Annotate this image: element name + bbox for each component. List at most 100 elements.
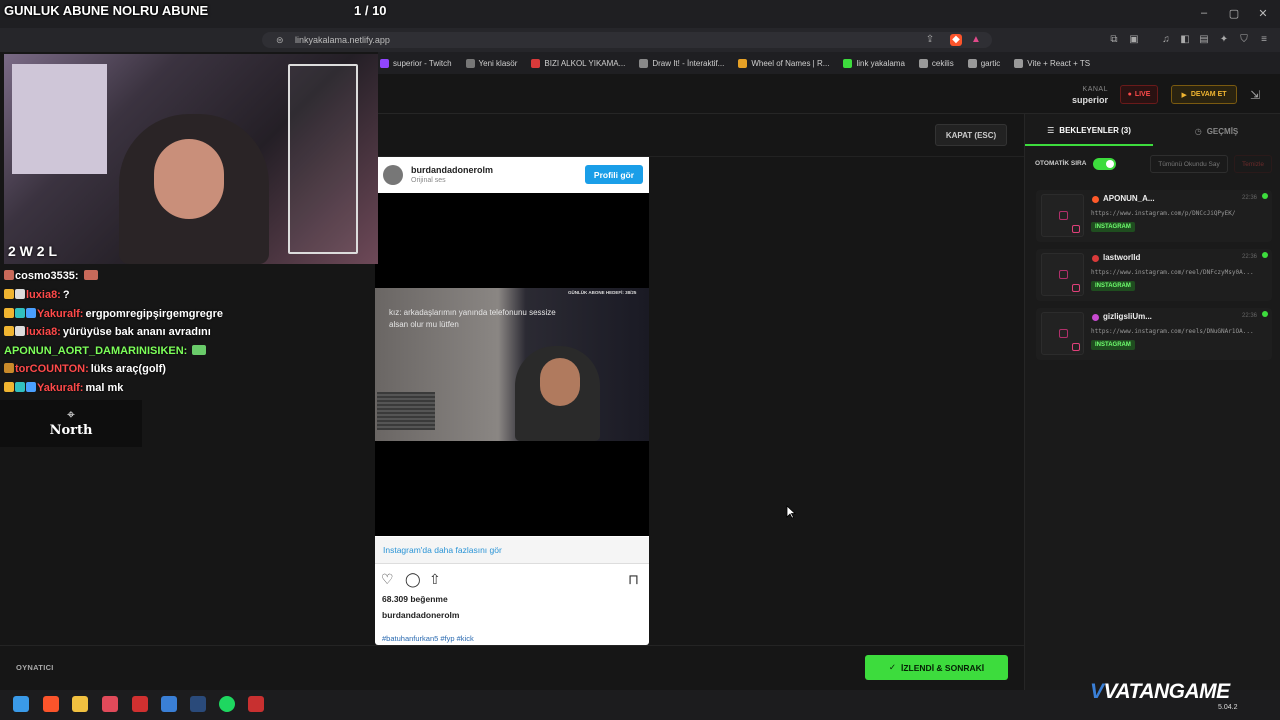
audio-subtitle[interactable]: Orijinal ses	[411, 177, 446, 184]
online-status-icon	[1262, 311, 1268, 317]
video-goal-text: GÜNLÜK ABONE HEDEFİ: 38/25	[568, 290, 637, 295]
bookmark-item[interactable]: BIZI ALKOL YIKAMA...	[531, 58, 626, 68]
bookmark-icon[interactable]: ⊓	[628, 571, 639, 587]
mouse-cursor-icon	[786, 505, 796, 519]
chat-badge-icon	[4, 289, 14, 299]
tab-history-label: GEÇMİŞ	[1206, 126, 1239, 136]
media-icon[interactable]: ♫	[1160, 34, 1172, 46]
watermark-logo: VVATANGAME	[1090, 680, 1230, 704]
brave-browser-icon[interactable]	[43, 696, 59, 712]
sidebar-icon[interactable]: ◧	[1179, 34, 1191, 46]
queue-item[interactable]: lastworlld 22:36 https://www.instagram.com…	[1036, 249, 1272, 301]
bookmark-favicon-icon	[918, 58, 928, 68]
instagram-icon	[1059, 211, 1068, 220]
comment-icon[interactable]: ◯	[405, 571, 421, 587]
url-text[interactable]: linkyakalama.netlify.app	[295, 35, 390, 45]
bookmark-item[interactable]: Draw It! - İnteraktif...	[639, 58, 724, 68]
chat-badge-icon	[26, 308, 36, 318]
chat-badge-icon	[15, 382, 25, 392]
streamer-face	[154, 139, 224, 219]
divider	[0, 645, 1024, 646]
windows-start-icon[interactable]	[13, 696, 29, 712]
chat-message: cosmo3535:	[4, 270, 99, 282]
queue-username: gizligsliUm...	[1103, 312, 1152, 321]
brave-shields-icon[interactable]: ◆	[950, 34, 962, 46]
continue-button[interactable]: ▶ DEVAM ET	[1171, 85, 1237, 104]
minimize-icon[interactable]: –	[1197, 7, 1211, 19]
file-explorer-icon[interactable]	[72, 696, 88, 712]
queue-thumbnail[interactable]	[1041, 194, 1084, 237]
spotify-icon[interactable]	[219, 696, 235, 712]
share-icon[interactable]: ⇪	[924, 34, 936, 46]
bookmark-label: superior - Twitch	[393, 58, 452, 68]
continue-label: DEVAM ET	[1190, 91, 1227, 98]
chat-text: yürüyüse bak ananı avradını	[62, 326, 211, 338]
queue-item[interactable]: gizligsliUm... 22:36 https://www.instagram…	[1036, 308, 1272, 360]
tab-waiting[interactable]: ☰ BEKLEYENLER (3)	[1025, 116, 1153, 146]
steam-icon[interactable]	[190, 696, 206, 712]
chat-badge-icon	[4, 270, 14, 280]
more-on-instagram-link[interactable]: Instagram'da daha fazlasını gör	[375, 537, 649, 564]
extensions-icon[interactable]: ⧉	[1108, 34, 1120, 46]
post-owner[interactable]: burdandadonerolm	[382, 610, 459, 620]
crosshair-icon: ⌖	[67, 406, 75, 422]
avatar[interactable]	[383, 165, 403, 185]
heart-icon[interactable]: ♡	[381, 571, 394, 587]
chat-username: Yakuralf:	[37, 308, 84, 320]
chat-badge-icon	[4, 363, 14, 373]
bookmark-item[interactable]: superior - Twitch	[380, 58, 452, 68]
live-button[interactable]: ● LIVE	[1120, 85, 1158, 104]
vpn-icon[interactable]: ⛉	[1238, 34, 1250, 46]
instagram-icon	[1072, 284, 1080, 292]
chat-text: ?	[62, 289, 70, 301]
leo-ai-icon[interactable]: ✦	[1218, 34, 1230, 46]
view-profile-button[interactable]: Profili gör	[585, 165, 643, 184]
queue-thumbnail[interactable]	[1041, 253, 1084, 296]
external-link-icon[interactable]: ⇲	[1250, 88, 1260, 102]
instagram-username[interactable]: burdandadonerolm	[411, 165, 493, 175]
share-icon[interactable]: ⇧	[429, 571, 441, 587]
wallet-icon[interactable]: ▤	[1198, 34, 1210, 46]
online-status-icon	[1262, 193, 1268, 199]
queue-thumbnail[interactable]	[1041, 312, 1084, 355]
watched-next-label: İZLENDİ & SONRAKİ	[901, 662, 985, 673]
queue-item[interactable]: APONUN_A... 22:36 https://www.instagram.co…	[1036, 190, 1272, 242]
menu-icon[interactable]: ≡	[1258, 34, 1270, 46]
bookmark-favicon-icon	[738, 58, 748, 68]
chat-username: cosmo3535:	[15, 270, 79, 282]
bookmark-label: BIZI ALKOL YIKAMA...	[544, 58, 626, 68]
hashtags[interactable]: #batuhanfurkan5 #fyp #kick	[382, 634, 474, 643]
chat-badge-icon	[4, 308, 14, 318]
auto-queue-toggle[interactable]	[1093, 158, 1116, 170]
maximize-icon[interactable]: ▢	[1227, 7, 1241, 20]
bookmark-item[interactable]: cekilis	[918, 58, 954, 68]
bookmark-item[interactable]: Wheel of Names | R...	[738, 58, 829, 68]
mark-all-read-button[interactable]: Tümünü Okundu Say	[1150, 155, 1228, 173]
clear-button[interactable]: Temizle	[1234, 155, 1272, 173]
screenshot-icon[interactable]: ▣	[1128, 34, 1140, 46]
bookmark-item[interactable]: gartic	[967, 58, 1000, 68]
bookmark-favicon-icon	[1014, 58, 1024, 68]
bookmark-item[interactable]: Vite + React + TS	[1014, 58, 1090, 68]
queue-url[interactable]: https://www.instagram.com/reel/DNFczyMsy…	[1091, 269, 1269, 276]
instagram-icon	[1072, 343, 1080, 351]
queue-url[interactable]: https://www.instagram.com/p/DNCcJiQPyEK/	[1091, 210, 1269, 217]
app-red-icon[interactable]	[132, 696, 148, 712]
voicemod-icon[interactable]	[248, 696, 264, 712]
close-icon[interactable]: ✕	[1256, 7, 1270, 20]
tab-history[interactable]: ◷ GEÇMİŞ	[1153, 116, 1280, 146]
maps-icon[interactable]	[102, 696, 118, 712]
chat-message: APONUN_AORT_DAMARINISIKEN:	[4, 345, 207, 357]
bookmark-item[interactable]: link yakalama	[843, 58, 905, 68]
chat-message: torCOUNTON: lüks araç(golf)	[4, 363, 166, 375]
watched-next-button[interactable]: ✓ İZLENDİ & SONRAKİ	[865, 655, 1008, 680]
brave-rewards-icon[interactable]: ▲	[970, 34, 982, 46]
instagram-icon	[1072, 225, 1080, 233]
bookmark-favicon-icon	[843, 58, 853, 68]
bookmark-item[interactable]: Yeni klasör	[465, 58, 517, 68]
queue-url[interactable]: https://www.instagram.com/reels/DNuGNAr1…	[1091, 328, 1269, 335]
queue-username: APONUN_A...	[1103, 194, 1155, 203]
close-viewer-button[interactable]: KAPAT (ESC)	[935, 124, 1007, 146]
app-blue-icon[interactable]	[161, 696, 177, 712]
site-info-icon[interactable]: ⊜	[276, 35, 284, 46]
